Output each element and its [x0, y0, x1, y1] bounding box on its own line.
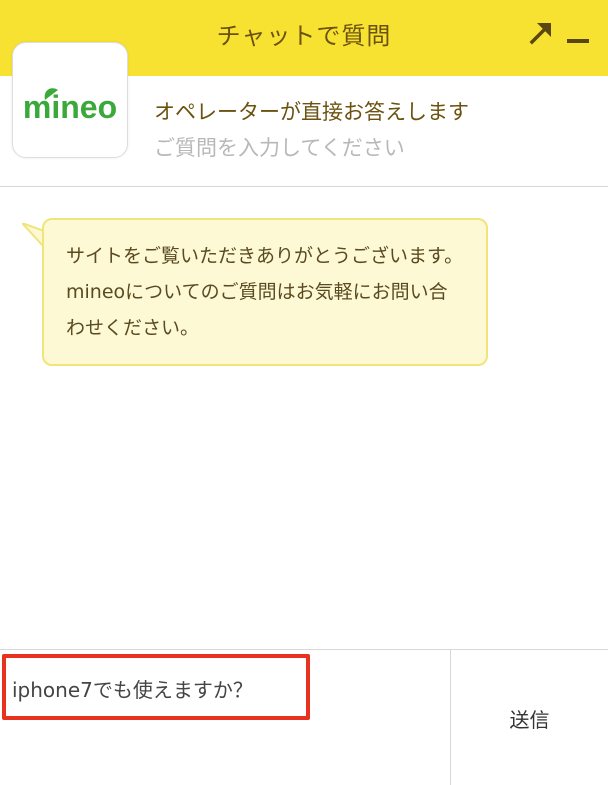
input-prompt-text: ご質問を入力してください: [154, 136, 405, 160]
operator-message: オペレーターが直接お答えします: [154, 100, 469, 124]
operator-info: mineo オペレーターが直接お答えします ご質問を入力してください: [0, 42, 608, 187]
operator-message-bubble: サイトをご覧いただきありがとうございます。mineoについてのご質問はお気軽にお…: [42, 218, 488, 366]
chat-widget: チャットで質問 mineo オペレーターが直接お答えします ご質問を入力してくだ…: [0, 0, 608, 785]
mineo-logo: mineo: [12, 42, 128, 158]
send-button[interactable]: 送信: [450, 650, 608, 785]
logo-text: mineo: [23, 89, 117, 125]
message-input[interactable]: iphone7でも使えますか？: [0, 650, 449, 785]
message-list: サイトをご覧いただきありがとうございます。mineoについてのご質問はお気軽にお…: [0, 187, 608, 649]
minimize-icon[interactable]: [566, 22, 590, 46]
input-area: iphone7でも使えますか？ 送信: [0, 649, 608, 785]
expand-arrow-icon[interactable]: [528, 20, 554, 46]
